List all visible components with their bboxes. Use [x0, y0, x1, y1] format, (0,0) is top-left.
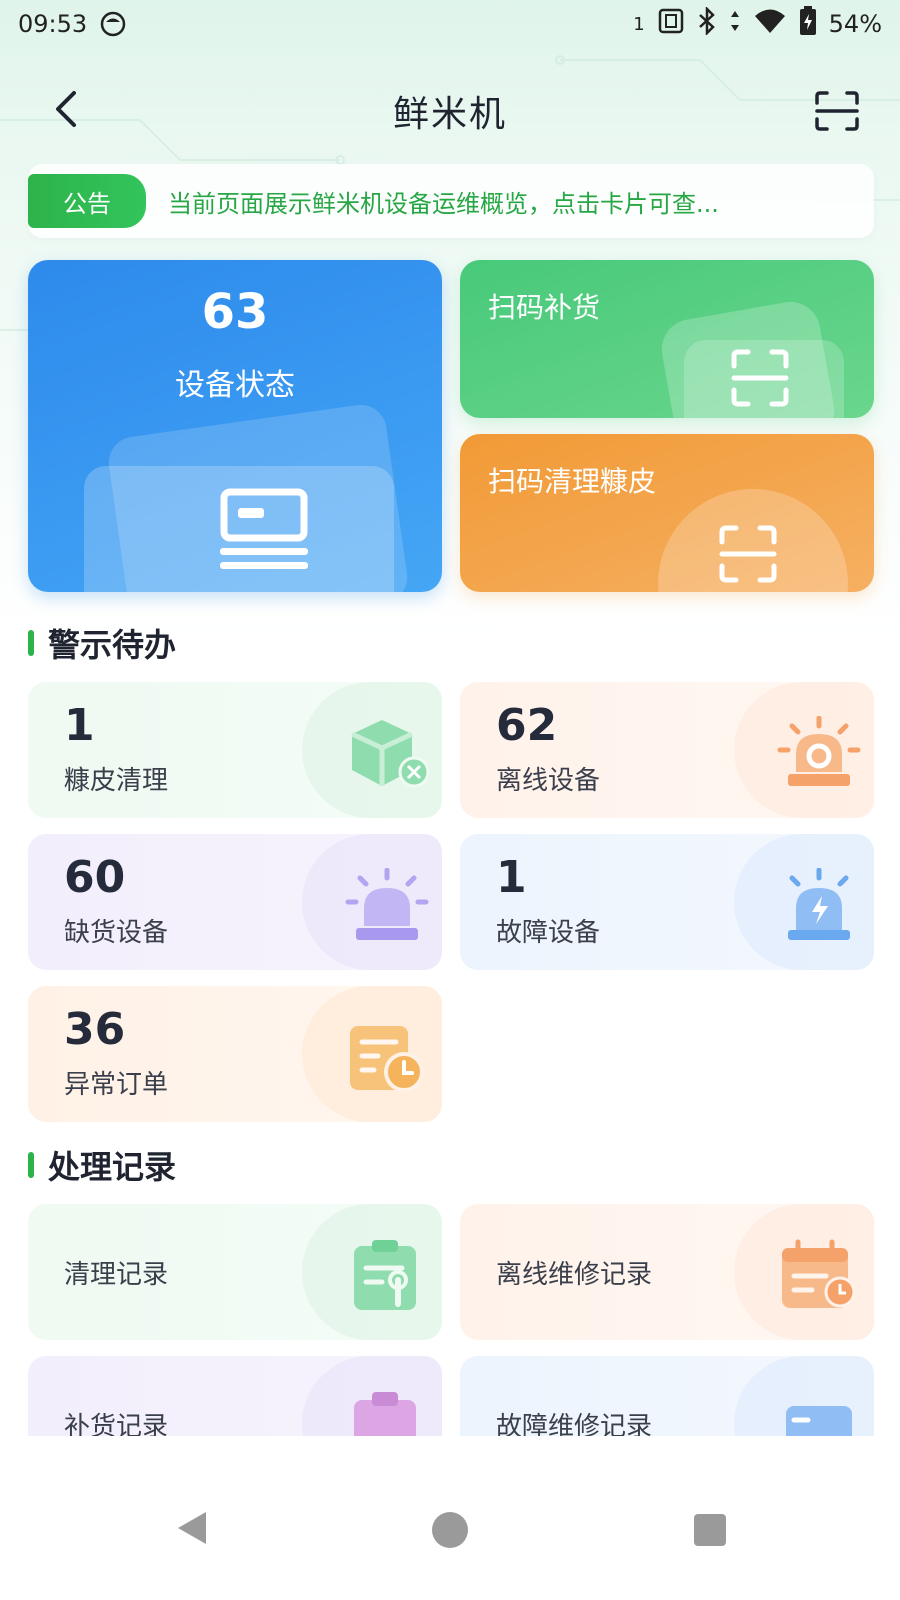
notice-tag: 公告 [28, 174, 146, 228]
battery-icon [799, 6, 817, 42]
face-icon [99, 10, 127, 38]
alert-tile-fault[interactable]: 1 故障设备 [460, 834, 874, 970]
box-cross-icon [350, 720, 430, 788]
record-label: 补货记录 [64, 1412, 169, 1436]
nav-home-icon[interactable] [432, 1512, 468, 1548]
device-status-label: 设备状态 [175, 368, 295, 403]
record-tile-offline-repair[interactable]: 离线维修记录 [460, 1204, 874, 1340]
scan-restock-card[interactable]: 扫码补货 [460, 260, 874, 418]
record-tile-clean[interactable]: 清理记录 [28, 1204, 442, 1340]
record-tile-fault-repair[interactable]: 故障维修记录 [460, 1356, 874, 1436]
order-clock-icon [350, 1026, 424, 1092]
nav-recent-icon[interactable] [694, 1514, 726, 1546]
alert-tile-offline[interactable]: 62 离线设备 [460, 682, 874, 818]
alert-value: 60 [64, 852, 126, 903]
alert-value: 1 [64, 700, 95, 751]
page: 09:53 1 54% 鲜米机 公告 当前页面展示鲜米机设备运维概览，点击卡片可… [0, 0, 900, 1600]
system-nav-bar [0, 1436, 900, 1600]
repair-icon [786, 1406, 852, 1436]
alert-label: 异常订单 [64, 1070, 169, 1100]
device-status-value: 63 [201, 284, 269, 340]
section-accent-bar [28, 630, 34, 656]
sim-slot: 1 [633, 13, 645, 35]
record-label: 清理记录 [64, 1260, 169, 1290]
records-section-title: 处理记录 [28, 1142, 176, 1188]
app-header: 鲜米机 [0, 66, 900, 156]
data-arrows-icon [729, 7, 741, 41]
alert-value: 62 [496, 700, 558, 751]
scan-icon [731, 349, 789, 407]
record-tile-restock[interactable]: 补货记录 [28, 1356, 442, 1436]
alert-value: 36 [64, 1004, 126, 1055]
scan-button[interactable] [810, 84, 864, 138]
alert-tile-bran-clean[interactable]: 1 糠皮清理 [28, 682, 442, 818]
alerts-title: 警示待办 [48, 626, 177, 664]
status-bar: 09:53 1 54% [0, 0, 900, 48]
scan-clean-bran-card[interactable]: 扫码清理糠皮 [460, 434, 874, 592]
alert-tile-abnormal-order[interactable]: 36 异常订单 [28, 986, 442, 1122]
alert-label: 糠皮清理 [64, 766, 169, 796]
device-status-card[interactable]: 63 设备状态 [28, 260, 442, 592]
page-title: 鲜米机 [392, 94, 507, 135]
alert-label: 故障设备 [496, 918, 601, 948]
nav-back-icon[interactable] [172, 1508, 212, 1548]
section-accent-bar [28, 1152, 34, 1178]
alert-label: 离线设备 [496, 766, 601, 796]
alert-tile-out-of-stock[interactable]: 60 缺货设备 [28, 834, 442, 970]
device-icon [220, 488, 308, 569]
scan-icon [815, 91, 859, 131]
wifi-icon [753, 7, 787, 41]
scan-clean-bran-label: 扫码清理糠皮 [488, 465, 657, 498]
fault-siren-icon [788, 868, 850, 940]
chevron-left-icon [56, 91, 76, 127]
scroll-clip: 补货记录 故障维修记录 [0, 1340, 900, 1436]
notice-banner[interactable]: 公告 当前页面展示鲜米机设备运维概览，点击卡片可查... [28, 164, 874, 238]
clipboard-icon [354, 1392, 416, 1436]
calendar-clock-icon [782, 1239, 856, 1308]
alert-value: 1 [496, 852, 527, 903]
siren-icon [345, 868, 429, 940]
scan-icon [719, 525, 777, 583]
notice-text: 当前页面展示鲜米机设备运维概览，点击卡片可查... [168, 189, 719, 218]
status-time: 09:53 [18, 10, 88, 38]
bluetooth-icon [697, 5, 717, 41]
back-button[interactable] [40, 84, 90, 134]
alarm-light-icon [777, 716, 861, 786]
battery-level: 54% [828, 10, 882, 38]
nfc-icon [657, 7, 685, 41]
alerts-section-title: 警示待办 [28, 620, 176, 666]
record-label: 离线维修记录 [496, 1260, 653, 1290]
scan-restock-label: 扫码补货 [488, 291, 601, 324]
clipboard-wrench-icon [354, 1240, 416, 1310]
alert-label: 缺货设备 [64, 918, 169, 948]
record-label: 故障维修记录 [496, 1412, 653, 1436]
records-title: 处理记录 [48, 1148, 177, 1186]
